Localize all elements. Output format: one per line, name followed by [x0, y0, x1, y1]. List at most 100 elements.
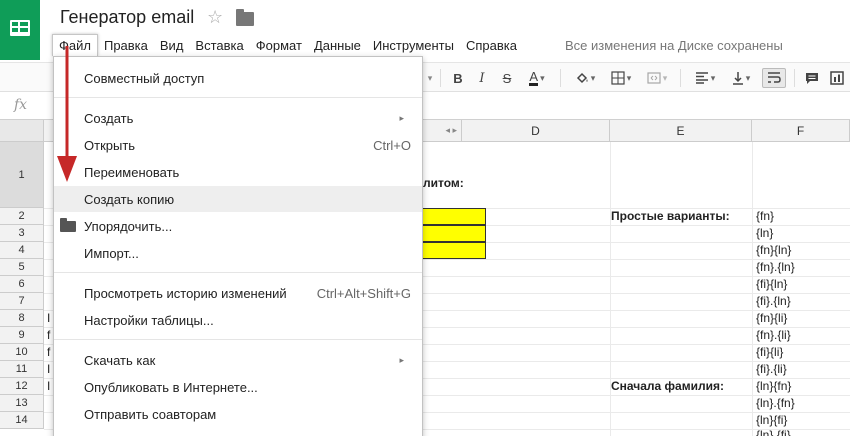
cell-f-value[interactable]: {ln}.{fi}	[756, 428, 791, 436]
menu-item-spreadsheet-settings[interactable]: Настройки таблицы...	[54, 307, 422, 333]
submenu-arrow-icon: ▸	[399, 354, 404, 365]
menu-item-label: Создать копию	[84, 191, 175, 207]
toolbar-separator	[680, 69, 681, 87]
valign-bottom-icon[interactable]	[726, 68, 756, 88]
menu-item-label: Просмотреть историю изменений	[84, 285, 287, 301]
toolbar-separator	[794, 69, 795, 87]
toolbar-separator	[560, 69, 561, 87]
toolbar-separator	[440, 69, 441, 87]
menu-item-label: Упорядочить...	[84, 218, 173, 234]
menu-item-label: Открыть	[84, 137, 136, 153]
menu-separator	[54, 97, 422, 98]
row-header-8[interactable]: 8	[0, 310, 44, 327]
menu-item-open[interactable]: Открыть Ctrl+O	[54, 132, 422, 158]
grid-line	[752, 142, 753, 436]
column-header-d[interactable]: D	[462, 120, 610, 142]
document-title[interactable]: Генератор email	[60, 7, 194, 28]
row-header-1[interactable]: 1	[0, 142, 44, 208]
cell-f-value[interactable]: {fn}{li}	[756, 311, 787, 325]
cell-fragment[interactable]: I	[47, 362, 50, 376]
select-all-corner[interactable]	[0, 120, 44, 142]
file-menu-dropdown: Совместный доступ Создать ▸ Открыть Ctrl…	[53, 56, 423, 436]
row-header-5[interactable]: 5	[0, 259, 44, 276]
fx-icon: fx	[14, 97, 28, 113]
cell-f-value[interactable]: {fn}{ln}	[756, 243, 791, 257]
menu-tools[interactable]: Инструменты	[367, 35, 460, 56]
strikethrough-icon[interactable]: S	[498, 68, 516, 88]
column-header-e[interactable]: E	[610, 120, 752, 142]
cell-f-value[interactable]: {ln}{fi}	[756, 413, 787, 427]
menu-item-email-collaborators[interactable]: Отправить соавторам	[54, 401, 422, 427]
align-left-icon[interactable]	[690, 68, 720, 88]
menu-help[interactable]: Справка	[460, 35, 523, 56]
cell-fragment[interactable]: I	[47, 311, 50, 325]
cell-fragment[interactable]: I	[47, 379, 50, 393]
cell-f-value[interactable]: {ln}	[756, 226, 773, 240]
cell-f-value[interactable]: {fi}{li}	[756, 345, 783, 359]
cell-f-value[interactable]: {ln}{fn}	[756, 379, 791, 393]
row-header-7[interactable]: 7	[0, 293, 44, 310]
italic-icon[interactable]: I	[473, 68, 491, 88]
row-header-12[interactable]: 12	[0, 378, 44, 395]
menu-item-new[interactable]: Создать ▸	[54, 105, 422, 131]
menu-item-shortcut: Ctrl+Alt+Shift+G	[316, 285, 411, 301]
menu-item-revision-history[interactable]: Просмотреть историю изменений Ctrl+Alt+S…	[54, 280, 422, 306]
row-header-3[interactable]: 3	[0, 225, 44, 242]
cell-simple-variants[interactable]: Простые варианты:	[611, 209, 730, 223]
row-header-4[interactable]: 4	[0, 242, 44, 259]
cell-fragment[interactable]: f	[47, 328, 50, 342]
star-icon[interactable]: ☆	[207, 7, 223, 28]
menu-item-download-as[interactable]: Скачать как ▸	[54, 347, 422, 373]
cell-f-value[interactable]: {fn}.{ln}	[756, 260, 795, 274]
cell-f-value[interactable]: {fn}.{li}	[756, 328, 791, 342]
merge-cells-icon[interactable]	[642, 68, 672, 88]
menu-item-label: Отправить соавторам	[84, 406, 217, 422]
menu-item-label: Переименовать	[84, 164, 180, 180]
cell-f-value[interactable]: {fi}.{ln}	[756, 294, 791, 308]
fill-color-icon[interactable]	[570, 68, 600, 88]
row-header-14[interactable]: 14	[0, 412, 44, 429]
wrap-text-icon[interactable]	[762, 68, 786, 88]
row-header-6[interactable]: 6	[0, 276, 44, 293]
menu-edit[interactable]: Правка	[98, 35, 154, 56]
menu-data[interactable]: Данные	[308, 35, 367, 56]
row-header-11[interactable]: 11	[0, 361, 44, 378]
cell-f-value[interactable]: {fi}{ln}	[756, 277, 787, 291]
menu-item-shortcut: Ctrl+O	[373, 137, 411, 153]
text-color-icon[interactable]: A	[522, 68, 552, 88]
column-header-f[interactable]: F	[752, 120, 850, 142]
menu-insert[interactable]: Вставка	[189, 35, 249, 56]
cell-fragment[interactable]: f	[47, 345, 50, 359]
menu-format[interactable]: Формат	[250, 35, 308, 56]
cell-f-value[interactable]: {fi}.{li}	[756, 362, 787, 376]
folder-icon	[60, 218, 76, 232]
menu-item-organize[interactable]: Упорядочить...	[54, 213, 422, 239]
menu-item-import[interactable]: Импорт...	[54, 240, 422, 266]
menu-item-make-copy[interactable]: Создать копию	[54, 186, 422, 212]
row-header-10[interactable]: 10	[0, 344, 44, 361]
menu-item-publish[interactable]: Опубликовать в Интернете...	[54, 374, 422, 400]
menu-item-label: Опубликовать в Интернете...	[84, 379, 258, 395]
menu-item-share[interactable]: Совместный доступ	[54, 65, 422, 91]
row-header-13[interactable]: 13	[0, 395, 44, 412]
folder-icon[interactable]	[236, 9, 254, 26]
cell-surname-first[interactable]: Сначала фамилия:	[611, 379, 724, 393]
column-scroll-arrows[interactable]: ◂ ▸	[422, 120, 462, 142]
menu-separator	[54, 339, 422, 340]
menu-view[interactable]: Вид	[154, 35, 190, 56]
cell-f-value[interactable]: {fn}	[756, 209, 774, 223]
menu-item-label: Совместный доступ	[84, 70, 205, 86]
row-header-9[interactable]: 9	[0, 327, 44, 344]
insert-chart-icon[interactable]	[827, 68, 847, 88]
row-header-2[interactable]: 2	[0, 208, 44, 225]
cell-f-value[interactable]: {ln}.{fn}	[756, 396, 795, 410]
menu-item-rename[interactable]: Переименовать	[54, 159, 422, 185]
save-status[interactable]: Все изменения на Диске сохранены	[565, 38, 783, 53]
bold-icon[interactable]: B	[449, 68, 467, 88]
menu-separator	[54, 272, 422, 273]
borders-icon[interactable]	[606, 68, 636, 88]
comment-icon[interactable]	[802, 68, 822, 88]
cell-row1-text[interactable]: литом:	[423, 176, 464, 190]
font-size-dropdown-icon[interactable]: ▾	[425, 68, 435, 88]
sheets-logo[interactable]	[0, 0, 40, 60]
